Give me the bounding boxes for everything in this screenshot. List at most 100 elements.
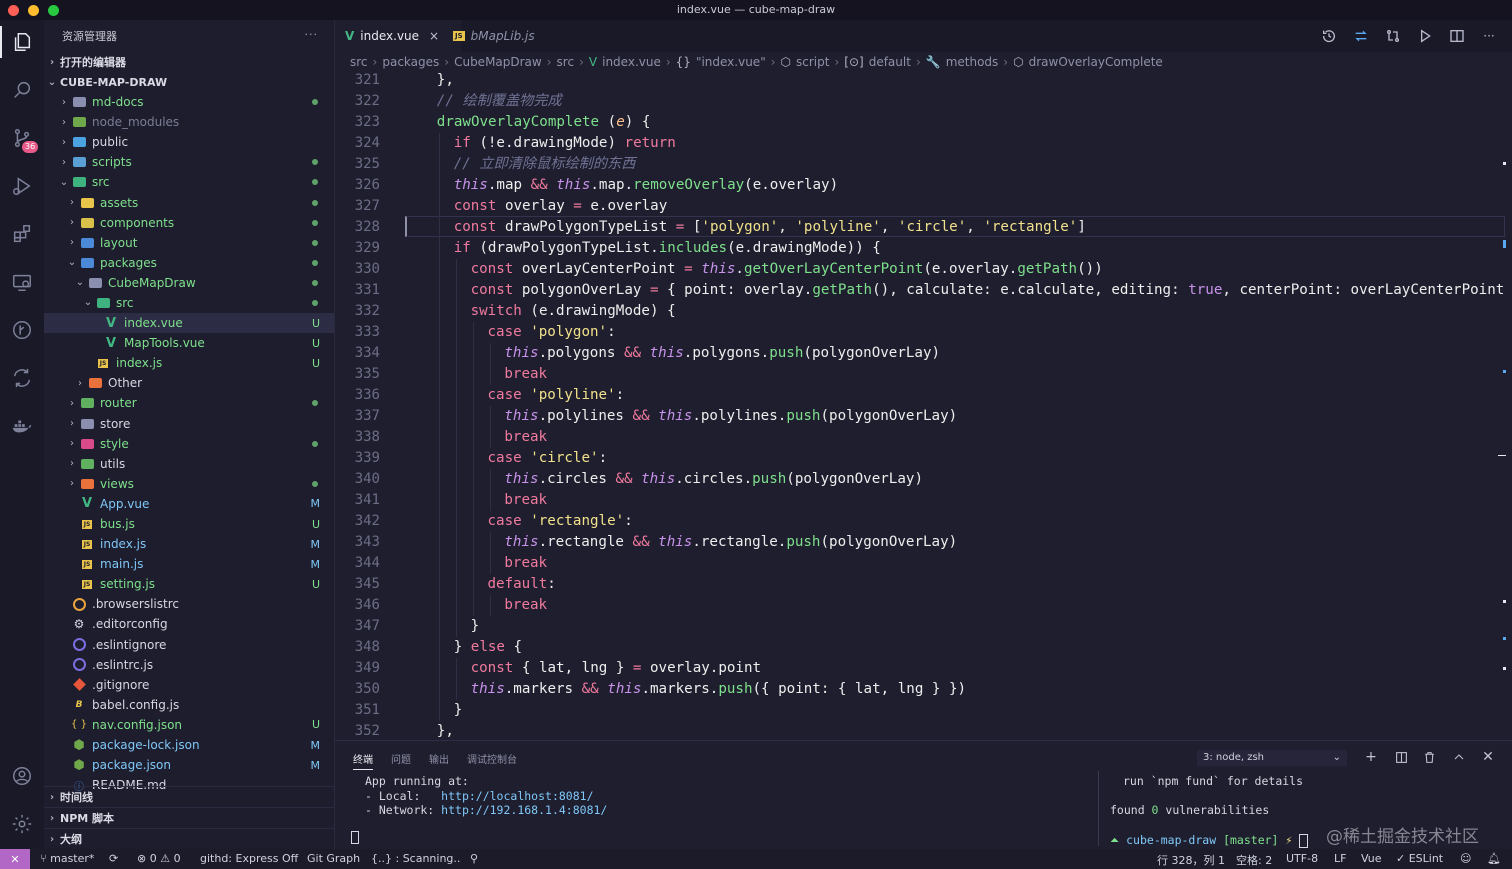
breadcrumb-item[interactable]: packages [382, 55, 439, 69]
outline-section[interactable]: › 大纲 [44, 828, 334, 849]
breadcrumb-item[interactable]: drawOverlayComplete [1029, 55, 1163, 69]
githd-status[interactable]: githd: Express Off [200, 852, 298, 865]
problems-status[interactable]: ⊗ 0 ⚠ 0 [137, 852, 181, 865]
chevron-right-icon: › [70, 418, 74, 430]
breadcrumb-item[interactable]: src [350, 55, 368, 69]
terminal-split-divider[interactable] [1098, 771, 1099, 846]
tree-item[interactable]: › store [44, 414, 334, 434]
split-editor-icon[interactable] [1448, 27, 1466, 45]
tree-item[interactable]: › components [44, 213, 334, 233]
tree-item[interactable]: › Other [44, 373, 334, 393]
tab-debug-console[interactable]: 调试控制台 [467, 751, 517, 770]
tree-item[interactable]: › md-docs [44, 92, 334, 112]
settings-gear-icon[interactable] [6, 808, 38, 840]
breadcrumb-item[interactable]: "index.vue" [696, 55, 766, 69]
git-graph-status[interactable]: Git Graph [307, 852, 360, 865]
sync-status-icon[interactable]: ⟳ [109, 852, 118, 865]
split-terminal-icon[interactable] [1392, 748, 1410, 766]
open-changes-icon[interactable] [1384, 27, 1402, 45]
tree-item[interactable]: ⌄ packages [44, 253, 334, 273]
run-icon[interactable] [1416, 27, 1434, 45]
tree-item[interactable]: › assets [44, 192, 334, 212]
run-debug-icon[interactable] [6, 170, 38, 202]
new-terminal-icon[interactable]: + [1362, 748, 1380, 766]
tree-item[interactable]: .eslintrc.js [44, 655, 334, 675]
language-mode-status[interactable]: Vue [1361, 852, 1382, 865]
more-actions-icon[interactable]: ··· [1480, 27, 1498, 45]
tree-item[interactable]: ⬢ package-lock.json M [44, 735, 334, 755]
tree-item[interactable]: › views [44, 474, 334, 494]
trash-icon[interactable] [1420, 748, 1438, 766]
tree-item[interactable]: ⬢ package.json M [44, 755, 334, 775]
tree-item[interactable]: › public [44, 132, 334, 152]
tab-output[interactable]: 输出 [429, 751, 449, 770]
breadcrumb-item[interactable]: CubeMapDraw [454, 55, 542, 69]
tree-item[interactable]: JS bus.js U [44, 514, 334, 534]
indentation-status[interactable]: 空格: 2 [1236, 852, 1272, 868]
maximize-panel-icon[interactable] [1450, 748, 1468, 766]
npm-scripts-section[interactable]: › NPM 脚本 [44, 807, 334, 828]
source-control-icon[interactable]: 36 [6, 122, 39, 154]
tree-item[interactable]: ⚙ .editorconfig [44, 614, 334, 634]
eol-status[interactable]: LF [1334, 852, 1346, 865]
tree-item[interactable]: JS index.js U [44, 353, 334, 373]
extensions-icon[interactable] [6, 218, 38, 250]
account-icon[interactable] [6, 760, 38, 792]
breadcrumb-item[interactable]: index.vue [602, 55, 661, 69]
breadcrumb-item[interactable]: default [869, 55, 911, 69]
remote-indicator-icon[interactable]: ✕ [0, 849, 30, 869]
eslint-status[interactable]: ✓ ESLint [1396, 852, 1443, 865]
timeline-section[interactable]: › 时间线 [44, 786, 334, 807]
breadcrumb-item[interactable]: methods [946, 55, 999, 69]
breadcrumb-item[interactable]: script [796, 55, 829, 69]
tree-item[interactable]: JS setting.js U [44, 574, 334, 594]
tab-bmaplib-js[interactable]: JS bMapLib.js [443, 20, 563, 52]
explorer-icon[interactable] [0, 26, 38, 58]
tree-item[interactable]: { } nav.config.json U [44, 715, 334, 735]
tree-item[interactable]: V MapTools.vue U [44, 333, 334, 353]
tree-item[interactable]: Bbabel.config.js [44, 695, 334, 715]
search-icon[interactable] [6, 74, 38, 106]
tab-problems[interactable]: 问题 [391, 751, 411, 770]
tree-item[interactable]: V App.vue M [44, 494, 334, 514]
compare-changes-icon[interactable] [1352, 27, 1370, 45]
tree-item[interactable]: ⌄ CubeMapDraw [44, 273, 334, 293]
tree-item[interactable]: ⌄ src [44, 293, 334, 313]
tree-item[interactable]: JS main.js M [44, 554, 334, 574]
tree-item[interactable]: JS index.js M [44, 534, 334, 554]
tree-item[interactable]: .browserslistrc [44, 594, 334, 614]
close-panel-icon[interactable]: ✕ [1479, 748, 1497, 766]
cursor-position-status[interactable]: 行 328，列 1 [1157, 852, 1225, 868]
tab-terminal[interactable]: 终端 [353, 751, 373, 770]
tree-item[interactable]: .eslintignore [44, 635, 334, 655]
encoding-status[interactable]: UTF-8 [1286, 852, 1318, 865]
local-url-link[interactable]: http://localhost:8081/ [441, 789, 593, 803]
open-editors-section[interactable]: › 打开的编辑器 [44, 52, 334, 72]
git-graph-icon[interactable] [6, 314, 38, 346]
tree-item[interactable]: › style [44, 434, 334, 454]
close-tab-icon[interactable]: × [429, 29, 439, 43]
pin-icon[interactable]: ⚲ [470, 852, 478, 865]
network-url-link[interactable]: http://192.168.1.4:8081/ [441, 803, 607, 817]
git-branch-status[interactable]: ⑂ master* [40, 852, 94, 865]
tree-item[interactable]: › node_modules [44, 112, 334, 132]
feedback-icon[interactable]: ☺ [1460, 852, 1471, 865]
tree-item[interactable]: ⌄ src [44, 172, 334, 192]
timeline-history-icon[interactable] [1320, 27, 1338, 45]
tree-item[interactable]: .gitignore [44, 675, 334, 695]
docker-icon[interactable] [6, 410, 38, 442]
remote-explorer-icon[interactable] [6, 266, 38, 298]
code-editor[interactable]: 321}, 322 // 绘制覆盖物完成 323 drawOverlayComplete… [335, 72, 1512, 740]
tree-item[interactable]: Vindex.vue U [44, 313, 334, 334]
code-line: break [504, 595, 547, 616]
sync-icon[interactable] [6, 362, 38, 394]
tree-item[interactable]: › utils [44, 454, 334, 474]
breadcrumb-item[interactable]: src [557, 55, 575, 69]
tree-item[interactable]: › scripts [44, 152, 334, 172]
project-section[interactable]: ⌄ CUBE-MAP-DRAW [44, 72, 334, 92]
more-actions-icon[interactable]: ··· [305, 28, 319, 41]
notifications-bell-icon[interactable]: 🔔︎ [1487, 852, 1501, 865]
tree-item[interactable]: › router [44, 393, 334, 413]
terminal-select[interactable]: 3: node, zsh ⌄ [1197, 750, 1347, 766]
tree-item[interactable]: › layout [44, 233, 334, 253]
